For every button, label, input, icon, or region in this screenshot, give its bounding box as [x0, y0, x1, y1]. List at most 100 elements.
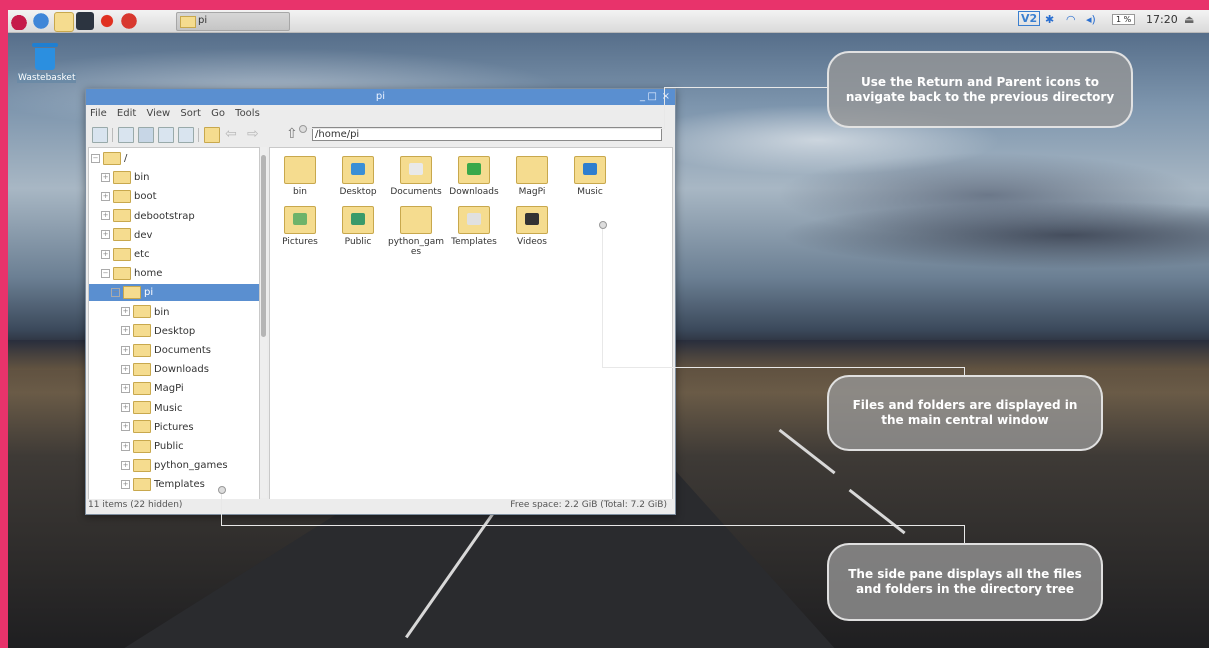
- file-item-label: Documents: [390, 187, 442, 197]
- tree-item-music[interactable]: + Music: [89, 400, 259, 417]
- expander-icon[interactable]: +: [101, 172, 110, 182]
- expander-icon[interactable]: +: [101, 191, 110, 201]
- file-item[interactable]: Public: [330, 206, 386, 247]
- file-item[interactable]: python_gam es: [388, 206, 444, 257]
- bluetooth-icon[interactable]: ✱: [1045, 13, 1054, 26]
- main-file-view[interactable]: bin Desktop Documents Downloads MagPi Music Pi…: [269, 147, 673, 500]
- expander-icon[interactable]: +: [121, 441, 130, 451]
- expander-icon[interactable]: +: [121, 422, 130, 432]
- taskbar-window-button[interactable]: pi: [176, 12, 290, 31]
- raspberry-menu-icon[interactable]: [10, 12, 28, 30]
- folder-badge-icon: [351, 213, 365, 225]
- tree-item-downloads[interactable]: + Downloads: [89, 361, 259, 378]
- forward-icon[interactable]: ⇨: [247, 126, 259, 142]
- folder-icon: [103, 151, 121, 165]
- clock[interactable]: 17:20: [1146, 13, 1178, 26]
- tree-item-pictures[interactable]: + Pictures: [89, 419, 259, 436]
- tree-item-public[interactable]: + Public: [89, 438, 259, 455]
- folder-icon: [133, 477, 151, 491]
- expander-icon[interactable]: +: [121, 364, 130, 374]
- expander-icon[interactable]: −: [91, 153, 100, 163]
- toolbar-separator: [112, 128, 113, 142]
- expander-icon[interactable]: −: [101, 268, 110, 278]
- file-item[interactable]: Pictures: [272, 206, 328, 247]
- icon-view-icon[interactable]: [118, 127, 134, 143]
- tree-item-dev[interactable]: + dev: [89, 227, 259, 244]
- tree-item-python_games[interactable]: + python_games: [89, 457, 259, 474]
- wifi-icon[interactable]: ◠: [1066, 13, 1076, 26]
- folder-icon: [133, 305, 151, 319]
- eject-icon[interactable]: ⏏: [1184, 13, 1194, 26]
- callout-main-window: Files and folders are displayed in the m…: [827, 375, 1103, 451]
- window-titlebar[interactable]: pi _ □ ×: [86, 89, 675, 105]
- tree-item-documents[interactable]: + Documents: [89, 342, 259, 359]
- maximize-icon[interactable]: □: [648, 91, 657, 102]
- mathematica-icon[interactable]: [98, 12, 116, 30]
- tree-item-label: Desktop: [154, 325, 196, 337]
- close-icon[interactable]: ×: [662, 91, 670, 102]
- tree-item-/[interactable]: − /: [89, 150, 259, 167]
- file-item[interactable]: Documents: [388, 156, 444, 197]
- expander-icon[interactable]: +: [121, 383, 130, 393]
- task-label: pi: [198, 15, 208, 26]
- menu-edit[interactable]: Edit: [117, 108, 136, 119]
- callout-line: [964, 525, 965, 543]
- expander-icon[interactable]: +: [121, 326, 130, 336]
- terminal-icon[interactable]: [76, 12, 94, 30]
- wolfram-icon[interactable]: [120, 12, 138, 30]
- list-view-icon[interactable]: [178, 127, 194, 143]
- tree-item-etc[interactable]: + etc: [89, 246, 259, 263]
- menu-file[interactable]: File: [90, 108, 107, 119]
- tree-item-boot[interactable]: + boot: [89, 188, 259, 205]
- thumbnail-view-icon[interactable]: [138, 127, 154, 143]
- file-item[interactable]: Desktop: [330, 156, 386, 197]
- side-pane-tree[interactable]: − / + bin + boot + debootstrap + dev + etc − home − pi +…: [88, 147, 260, 500]
- file-manager-icon[interactable]: [54, 12, 74, 32]
- vnc-icon[interactable]: V2: [1018, 11, 1041, 26]
- file-item[interactable]: Music: [562, 156, 618, 197]
- compact-view-icon[interactable]: [158, 127, 174, 143]
- folder-icon: [113, 209, 131, 223]
- tree-item-home[interactable]: − home: [89, 265, 259, 282]
- tree-item-desktop[interactable]: + Desktop: [89, 323, 259, 340]
- tree-item-bin[interactable]: + bin: [89, 304, 259, 321]
- volume-icon[interactable]: ◂): [1086, 13, 1096, 26]
- file-item[interactable]: Videos: [504, 206, 560, 247]
- menu-go[interactable]: Go: [211, 108, 225, 119]
- file-item[interactable]: MagPi: [504, 156, 560, 197]
- path-input[interactable]: /home/pi: [312, 127, 662, 141]
- tree-item-label: bin: [134, 172, 150, 184]
- scrollbar-thumb[interactable]: [261, 155, 266, 337]
- tree-item-magpi[interactable]: + MagPi: [89, 380, 259, 397]
- parent-directory-icon[interactable]: ⇧: [286, 126, 298, 142]
- expander-icon[interactable]: +: [121, 403, 130, 413]
- tree-item-bin[interactable]: + bin: [89, 169, 259, 186]
- wastebasket-icon[interactable]: [32, 43, 58, 71]
- home-icon[interactable]: [204, 127, 220, 143]
- menu-tools[interactable]: Tools: [235, 108, 260, 119]
- expander-icon[interactable]: +: [121, 307, 130, 317]
- file-item[interactable]: bin: [272, 156, 328, 197]
- file-item[interactable]: Downloads: [446, 156, 502, 197]
- tree-item-label: MagPi: [154, 383, 184, 395]
- expander-icon[interactable]: −: [111, 287, 120, 297]
- expander-icon[interactable]: +: [101, 249, 110, 259]
- tree-item-debootstrap[interactable]: + debootstrap: [89, 208, 259, 225]
- expander-icon[interactable]: +: [121, 345, 130, 355]
- menu-sort[interactable]: Sort: [180, 108, 201, 119]
- side-pane-scrollbar[interactable]: [260, 147, 267, 498]
- folder-icon: [113, 247, 131, 261]
- expander-icon[interactable]: +: [101, 230, 110, 240]
- web-browser-icon[interactable]: [32, 12, 50, 30]
- expander-icon[interactable]: +: [121, 460, 130, 470]
- expander-icon[interactable]: +: [101, 211, 110, 221]
- back-icon[interactable]: ⇦: [225, 126, 237, 142]
- menu-view[interactable]: View: [146, 108, 170, 119]
- minimize-icon[interactable]: _: [640, 91, 645, 102]
- new-window-icon[interactable]: [92, 127, 108, 143]
- tree-item-pi[interactable]: − pi: [89, 284, 259, 302]
- folder-icon: [133, 381, 151, 395]
- expander-icon[interactable]: +: [121, 479, 130, 489]
- tree-item-templates[interactable]: + Templates: [89, 476, 259, 493]
- file-item[interactable]: Templates: [446, 206, 502, 247]
